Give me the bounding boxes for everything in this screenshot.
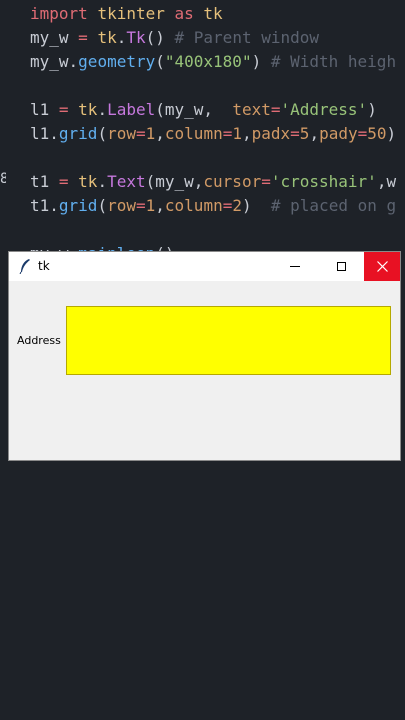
close-icon (376, 261, 388, 272)
code-token: my_w (30, 28, 79, 47)
code-token: , (309, 124, 320, 143)
code-token: text (232, 100, 271, 119)
code-token: pady (319, 124, 358, 143)
code-token: ( (97, 196, 108, 215)
code-token: geometry (78, 52, 156, 71)
code-token: (my_w, (155, 100, 233, 119)
code-token: tk (97, 28, 117, 47)
code-token: ) (241, 196, 271, 215)
code-token: tk (203, 4, 223, 23)
code-line[interactable]: t1 = tk.Text(my_w,cursor='crosshair',w (30, 170, 396, 194)
code-token: Text (107, 172, 146, 191)
code-token: t1 (30, 172, 59, 191)
code-token: tk (78, 172, 98, 191)
code-token: . (97, 172, 108, 191)
code-token: tk (78, 100, 98, 119)
code-token: . (116, 28, 127, 47)
code-line[interactable]: import tkinter as tk (30, 2, 223, 26)
code-token: ,w (376, 172, 397, 191)
code-token: grid (58, 196, 98, 215)
code-token: l1 (30, 100, 59, 119)
code-token: 'crosshair' (270, 172, 377, 191)
window-title: tk (38, 259, 50, 273)
code-token: = (290, 124, 300, 143)
code-token: = (222, 124, 233, 143)
address-label: Address (17, 334, 61, 347)
code-token: ( (97, 124, 108, 143)
code-token: = (261, 172, 271, 191)
code-token: row (107, 124, 136, 143)
gutter-breakpoint-marker: 8 (0, 171, 6, 187)
code-token: padx (251, 124, 291, 143)
code-token: # placed on g (270, 196, 397, 215)
close-button[interactable] (364, 252, 400, 281)
code-line[interactable]: t1.grid(row=1,column=2) # placed on g (30, 194, 396, 218)
window-client-area: Address (9, 281, 400, 460)
maximize-icon (336, 262, 346, 271)
code-token: = (78, 28, 98, 47)
code-token: 'Address' (280, 100, 368, 119)
code-token: = (357, 124, 368, 143)
code-token: (my_w, (145, 172, 204, 191)
code-token: ( (155, 52, 165, 71)
code-token: ) (367, 100, 377, 119)
code-token: grid (58, 124, 98, 143)
title-bar[interactable]: tk (9, 252, 400, 281)
maximize-button[interactable] (318, 252, 364, 281)
code-token: as (174, 4, 204, 23)
code-line[interactable]: l1 = tk.Label(my_w, text='Address') (30, 98, 377, 122)
code-token: () (145, 28, 175, 47)
minimize-button[interactable] (272, 252, 318, 281)
code-line[interactable]: l1.grid(row=1,column=1,padx=5,pady=50) (30, 122, 396, 146)
code-line[interactable]: my_w.geometry("400x180") # Width heigh (30, 50, 396, 74)
code-token: ) (251, 52, 271, 71)
code-token: 1 (232, 124, 242, 143)
feather-icon (19, 259, 30, 274)
code-token: # Width heigh (270, 52, 397, 71)
code-token: 2 (232, 196, 242, 215)
code-token: l1. (30, 124, 59, 143)
code-token: = (58, 172, 79, 191)
code-token: 1 (145, 124, 156, 143)
code-token: = (135, 124, 146, 143)
code-token: , (241, 124, 252, 143)
code-token: my_w. (30, 52, 79, 71)
code-token: = (222, 196, 233, 215)
code-token: , (155, 124, 165, 143)
code-token: column (164, 196, 223, 215)
code-token: ) (386, 124, 397, 143)
code-token: 50 (367, 124, 387, 143)
code-token: . (97, 100, 108, 119)
code-token: tkinter (97, 4, 175, 23)
code-token: = (58, 100, 79, 119)
address-text-input[interactable] (66, 306, 391, 375)
code-token: Tk (126, 28, 146, 47)
code-token: 5 (299, 124, 310, 143)
code-line[interactable]: my_w = tk.Tk() # Parent window (30, 26, 319, 50)
code-token: t1. (30, 196, 59, 215)
code-token: column (164, 124, 223, 143)
code-token: import (30, 4, 98, 23)
code-token: "400x180" (164, 52, 252, 71)
code-token: row (107, 196, 136, 215)
minimize-icon (290, 266, 300, 267)
code-token: , (155, 196, 165, 215)
code-token: = (135, 196, 146, 215)
code-token: # Parent window (174, 28, 320, 47)
code-token: 1 (145, 196, 156, 215)
tk-window[interactable]: tk Address (8, 251, 401, 461)
code-token: cursor (203, 172, 262, 191)
code-token: Label (107, 100, 156, 119)
